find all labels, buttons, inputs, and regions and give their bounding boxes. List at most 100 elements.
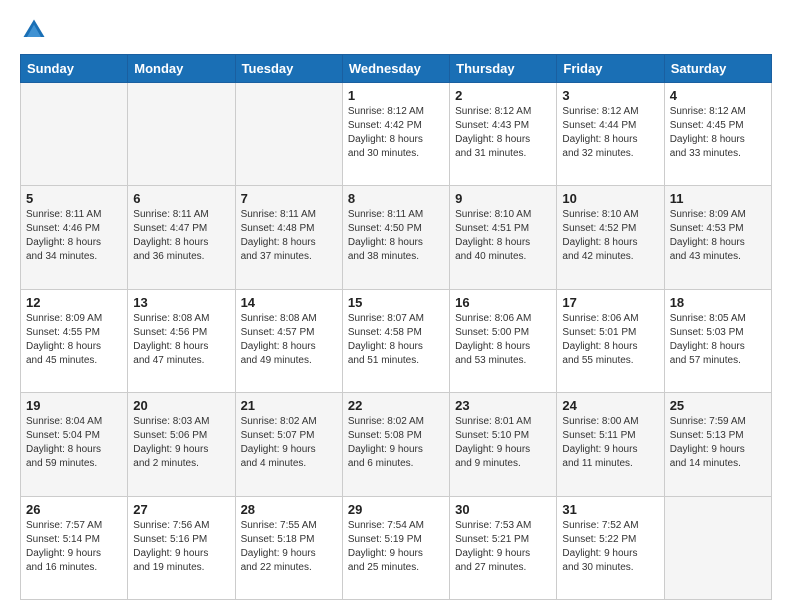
day-number: 10 — [562, 191, 658, 206]
day-info: Sunrise: 8:02 AM Sunset: 5:08 PM Dayligh… — [348, 415, 444, 471]
day-number: 16 — [455, 295, 551, 310]
day-number: 20 — [133, 398, 229, 413]
calendar-table: SundayMondayTuesdayWednesdayThursdayFrid… — [20, 54, 772, 600]
day-number: 12 — [26, 295, 122, 310]
day-info: Sunrise: 8:10 AM Sunset: 4:51 PM Dayligh… — [455, 208, 551, 264]
day-number: 17 — [562, 295, 658, 310]
day-info: Sunrise: 8:09 AM Sunset: 4:55 PM Dayligh… — [26, 312, 122, 368]
week-row-5: 26 Sunrise: 7:57 AM Sunset: 5:14 PM Dayli… — [21, 496, 772, 599]
day-number: 6 — [133, 191, 229, 206]
day-cell: 11 Sunrise: 8:09 AM Sunset: 4:53 PM Dayli… — [664, 186, 771, 289]
logo-icon — [20, 16, 48, 44]
col-header-sunday: Sunday — [21, 55, 128, 83]
day-info: Sunrise: 8:11 AM Sunset: 4:50 PM Dayligh… — [348, 208, 444, 264]
day-number: 1 — [348, 88, 444, 103]
day-info: Sunrise: 8:10 AM Sunset: 4:52 PM Dayligh… — [562, 208, 658, 264]
day-info: Sunrise: 8:12 AM Sunset: 4:42 PM Dayligh… — [348, 105, 444, 161]
day-number: 28 — [241, 502, 337, 517]
day-info: Sunrise: 8:12 AM Sunset: 4:43 PM Dayligh… — [455, 105, 551, 161]
day-number: 4 — [670, 88, 766, 103]
day-cell — [128, 83, 235, 186]
day-number: 5 — [26, 191, 122, 206]
day-cell: 3Sunrise: 8:12 AM Sunset: 4:44 PM Daylig… — [557, 83, 664, 186]
day-info: Sunrise: 8:06 AM Sunset: 5:01 PM Dayligh… — [562, 312, 658, 368]
day-cell: 26 Sunrise: 7:57 AM Sunset: 5:14 PM Dayli… — [21, 496, 128, 599]
day-info: Sunrise: 8:11 AM Sunset: 4:48 PM Dayligh… — [241, 208, 337, 264]
day-info: Sunrise: 7:53 AM Sunset: 5:21 PM Dayligh… — [455, 519, 551, 575]
day-info: Sunrise: 8:04 AM Sunset: 5:04 PM Dayligh… — [26, 415, 122, 471]
day-cell: 27Sunrise: 7:56 AM Sunset: 5:16 PM Dayli… — [128, 496, 235, 599]
day-number: 15 — [348, 295, 444, 310]
logo — [20, 16, 52, 44]
day-number: 9 — [455, 191, 551, 206]
day-cell: 16 Sunrise: 8:06 AM Sunset: 5:00 PM Dayli… — [450, 289, 557, 392]
day-info: Sunrise: 8:08 AM Sunset: 4:56 PM Dayligh… — [133, 312, 229, 368]
day-cell: 2 Sunrise: 8:12 AM Sunset: 4:43 PM Daylig… — [450, 83, 557, 186]
day-cell: 4 Sunrise: 8:12 AM Sunset: 4:45 PM Daylig… — [664, 83, 771, 186]
day-cell: 23Sunrise: 8:01 AM Sunset: 5:10 PM Dayli… — [450, 393, 557, 496]
day-info: Sunrise: 8:01 AM Sunset: 5:10 PM Dayligh… — [455, 415, 551, 471]
day-number: 24 — [562, 398, 658, 413]
day-cell: 6 Sunrise: 8:11 AM Sunset: 4:47 PM Daylig… — [128, 186, 235, 289]
day-cell: 18Sunrise: 8:05 AM Sunset: 5:03 PM Dayli… — [664, 289, 771, 392]
day-cell: 8Sunrise: 8:11 AM Sunset: 4:50 PM Daylig… — [342, 186, 449, 289]
day-cell: 12 Sunrise: 8:09 AM Sunset: 4:55 PM Dayli… — [21, 289, 128, 392]
week-row-4: 19 Sunrise: 8:04 AM Sunset: 5:04 PM Dayli… — [21, 393, 772, 496]
day-info: Sunrise: 8:08 AM Sunset: 4:57 PM Dayligh… — [241, 312, 337, 368]
day-info: Sunrise: 8:03 AM Sunset: 5:06 PM Dayligh… — [133, 415, 229, 471]
day-cell — [235, 83, 342, 186]
day-number: 25 — [670, 398, 766, 413]
day-number: 26 — [26, 502, 122, 517]
day-cell: 20 Sunrise: 8:03 AM Sunset: 5:06 PM Dayli… — [128, 393, 235, 496]
day-number: 11 — [670, 191, 766, 206]
day-cell: 31 Sunrise: 7:52 AM Sunset: 5:22 PM Dayli… — [557, 496, 664, 599]
day-cell: 14Sunrise: 8:08 AM Sunset: 4:57 PM Dayli… — [235, 289, 342, 392]
col-header-saturday: Saturday — [664, 55, 771, 83]
day-number: 29 — [348, 502, 444, 517]
page: SundayMondayTuesdayWednesdayThursdayFrid… — [0, 0, 792, 612]
day-info: Sunrise: 8:09 AM Sunset: 4:53 PM Dayligh… — [670, 208, 766, 264]
col-header-tuesday: Tuesday — [235, 55, 342, 83]
day-cell — [664, 496, 771, 599]
day-number: 13 — [133, 295, 229, 310]
day-cell: 13 Sunrise: 8:08 AM Sunset: 4:56 PM Dayli… — [128, 289, 235, 392]
header — [20, 16, 772, 44]
day-info: Sunrise: 7:54 AM Sunset: 5:19 PM Dayligh… — [348, 519, 444, 575]
day-cell: 9 Sunrise: 8:10 AM Sunset: 4:51 PM Daylig… — [450, 186, 557, 289]
day-cell: 19 Sunrise: 8:04 AM Sunset: 5:04 PM Dayli… — [21, 393, 128, 496]
day-cell: 7 Sunrise: 8:11 AM Sunset: 4:48 PM Daylig… — [235, 186, 342, 289]
day-number: 2 — [455, 88, 551, 103]
col-header-wednesday: Wednesday — [342, 55, 449, 83]
day-info: Sunrise: 8:06 AM Sunset: 5:00 PM Dayligh… — [455, 312, 551, 368]
day-info: Sunrise: 8:02 AM Sunset: 5:07 PM Dayligh… — [241, 415, 337, 471]
col-header-friday: Friday — [557, 55, 664, 83]
day-number: 19 — [26, 398, 122, 413]
day-number: 30 — [455, 502, 551, 517]
day-info: Sunrise: 7:57 AM Sunset: 5:14 PM Dayligh… — [26, 519, 122, 575]
day-cell: 5 Sunrise: 8:11 AM Sunset: 4:46 PM Daylig… — [21, 186, 128, 289]
day-info: Sunrise: 8:11 AM Sunset: 4:47 PM Dayligh… — [133, 208, 229, 264]
day-number: 18 — [670, 295, 766, 310]
day-info: Sunrise: 7:55 AM Sunset: 5:18 PM Dayligh… — [241, 519, 337, 575]
day-cell: 1 Sunrise: 8:12 AM Sunset: 4:42 PM Daylig… — [342, 83, 449, 186]
week-row-2: 5 Sunrise: 8:11 AM Sunset: 4:46 PM Daylig… — [21, 186, 772, 289]
day-cell: 24 Sunrise: 8:00 AM Sunset: 5:11 PM Dayli… — [557, 393, 664, 496]
day-info: Sunrise: 8:12 AM Sunset: 4:44 PM Dayligh… — [562, 105, 658, 161]
day-info: Sunrise: 8:12 AM Sunset: 4:45 PM Dayligh… — [670, 105, 766, 161]
day-cell: 21 Sunrise: 8:02 AM Sunset: 5:07 PM Dayli… — [235, 393, 342, 496]
calendar-header-row: SundayMondayTuesdayWednesdayThursdayFrid… — [21, 55, 772, 83]
day-cell: 15Sunrise: 8:07 AM Sunset: 4:58 PM Dayli… — [342, 289, 449, 392]
col-header-monday: Monday — [128, 55, 235, 83]
day-cell — [21, 83, 128, 186]
day-cell: 22Sunrise: 8:02 AM Sunset: 5:08 PM Dayli… — [342, 393, 449, 496]
day-info: Sunrise: 8:00 AM Sunset: 5:11 PM Dayligh… — [562, 415, 658, 471]
day-info: Sunrise: 7:52 AM Sunset: 5:22 PM Dayligh… — [562, 519, 658, 575]
day-cell: 17 Sunrise: 8:06 AM Sunset: 5:01 PM Dayli… — [557, 289, 664, 392]
day-info: Sunrise: 8:11 AM Sunset: 4:46 PM Dayligh… — [26, 208, 122, 264]
day-cell: 29 Sunrise: 7:54 AM Sunset: 5:19 PM Dayli… — [342, 496, 449, 599]
day-info: Sunrise: 7:56 AM Sunset: 5:16 PM Dayligh… — [133, 519, 229, 575]
day-number: 7 — [241, 191, 337, 206]
day-number: 21 — [241, 398, 337, 413]
week-row-1: 1 Sunrise: 8:12 AM Sunset: 4:42 PM Daylig… — [21, 83, 772, 186]
day-number: 31 — [562, 502, 658, 517]
